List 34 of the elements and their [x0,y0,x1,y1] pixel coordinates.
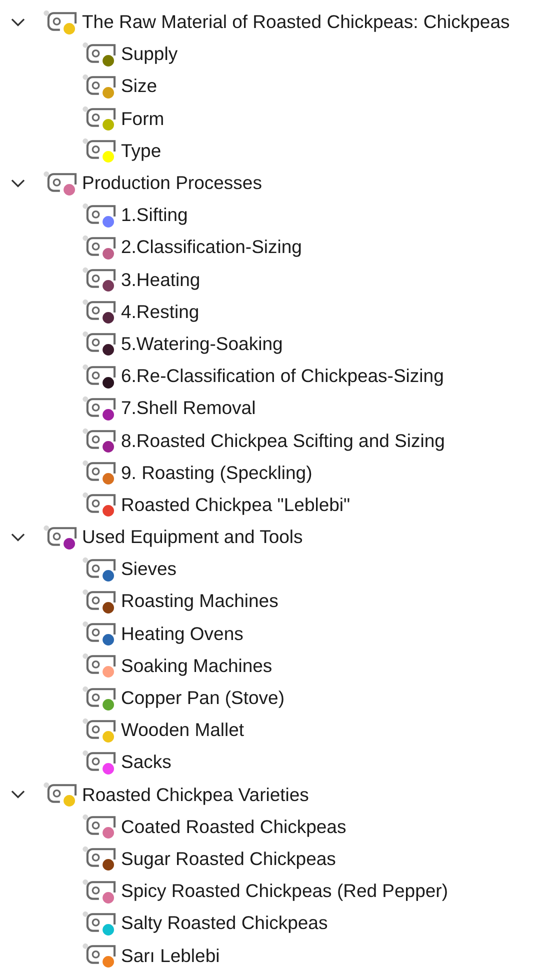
tree-item[interactable]: Salty Roasted Chickpeas [121,912,328,934]
chevron-icon[interactable] [10,16,26,28]
tree-item[interactable]: Sarı Leblebi [121,944,220,967]
tree-item[interactable]: Supply [121,43,178,66]
chevron-icon[interactable] [10,789,26,800]
chevron-icon[interactable] [10,178,26,189]
tree-item[interactable]: Roasted Chickpea Varieties [82,784,309,806]
tree-item[interactable]: 6.Re-Classification of Chickpeas-Sizing [121,365,444,388]
tree-item[interactable]: Soaking Machines [121,654,272,677]
tree-item[interactable]: 3.Heating [121,268,200,291]
tree-item[interactable]: Roasting Machines [121,590,278,612]
tree-item[interactable]: Production Processes [82,172,262,194]
tree-item[interactable]: Coated Roasted Chickpeas [121,816,346,838]
tree-item[interactable]: Roasted Chickpea "Leblebi" [121,494,350,516]
tree-item[interactable]: 7.Shell Removal [121,397,256,420]
tree-item[interactable]: The Raw Material of Roasted Chickpeas: Chickpeas [82,11,510,34]
tree-item[interactable]: Heating Ovens [121,622,244,645]
tree-item[interactable]: 2.Classification-Sizing [121,236,302,258]
tree-item[interactable]: Spicy Roasted Chickpeas (Red Pepper) [121,880,448,902]
tree-item[interactable]: Sieves [121,558,177,580]
tree-item[interactable]: 4.Resting [121,300,200,323]
tree-item[interactable]: Copper Pan (Stove) [121,687,285,710]
chevron-icon[interactable] [10,532,26,543]
tree-item[interactable]: 1.Sifting [121,204,188,226]
tree-item[interactable]: 8.Roasted Chickpea Scifting and Sizing [121,430,445,452]
tree-item[interactable]: Used Equipment and Tools [82,526,303,548]
tree-item[interactable]: Sacks [121,751,172,774]
tree-item[interactable]: Sugar Roasted Chickpeas [121,848,336,870]
tree-item[interactable]: Size [121,75,157,98]
tree-item[interactable]: Form [121,108,164,130]
tree-item[interactable]: 5.Watering-Soaking [121,332,283,355]
tree-item[interactable]: 9. Roasting (Speckling) [121,462,312,484]
tree-item[interactable]: Type [121,140,162,162]
tree-item[interactable]: Wooden Mallet [121,719,244,742]
